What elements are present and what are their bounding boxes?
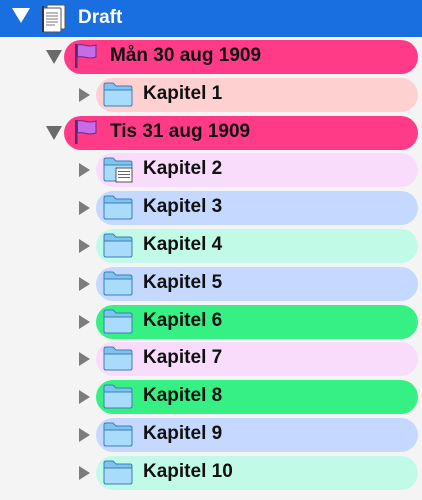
disclosure-right-icon[interactable] bbox=[79, 314, 90, 329]
binder-row-group[interactable]: Mån 30 aug 1909 bbox=[0, 39, 422, 75]
chapter-label: Kapitel 6 bbox=[143, 309, 223, 331]
disclosure-right-icon[interactable] bbox=[79, 352, 90, 367]
binder-row-kapitel-1[interactable]: Kapitel 1 bbox=[0, 77, 422, 113]
disclosure-right-icon[interactable] bbox=[79, 239, 90, 253]
binder-row-kapitel-4[interactable]: Kapitel 4 bbox=[0, 228, 422, 264]
binder-row-kapitel-2[interactable]: Kapitel 2 bbox=[0, 152, 422, 188]
folder-icon bbox=[102, 344, 134, 377]
folder-icon bbox=[102, 420, 134, 453]
group-label: Tis 31 aug 1909 bbox=[110, 120, 251, 142]
draft-label: Draft bbox=[78, 7, 123, 28]
chapter-label: Kapitel 10 bbox=[143, 460, 233, 482]
chapter-label: Kapitel 1 bbox=[143, 82, 223, 104]
chapter-label: Kapitel 3 bbox=[143, 196, 223, 218]
folder-icon bbox=[102, 269, 134, 302]
folder-icon bbox=[102, 382, 134, 415]
flag-icon bbox=[71, 42, 101, 75]
disclosure-right-icon[interactable] bbox=[79, 390, 90, 405]
draft-document-icon bbox=[38, 3, 70, 40]
binder-row-kapitel-10[interactable]: Kapitel 10 bbox=[0, 455, 422, 491]
binder-row-kapitel-5[interactable]: Kapitel 5 bbox=[0, 266, 422, 302]
disclosure-down-icon[interactable] bbox=[46, 50, 62, 64]
chapter-label: Kapitel 4 bbox=[143, 234, 223, 255]
folder-icon bbox=[102, 80, 134, 113]
binder-row-kapitel-9[interactable]: Kapitel 9 bbox=[0, 417, 422, 453]
disclosure-right-icon[interactable] bbox=[79, 465, 90, 480]
binder-row-kapitel-3[interactable]: Kapitel 3 bbox=[0, 190, 422, 226]
binder-row-group[interactable]: Tis 31 aug 1909 bbox=[0, 115, 422, 151]
folder-icon bbox=[102, 458, 134, 491]
disclosure-right-icon[interactable] bbox=[79, 87, 90, 102]
disclosure-right-icon[interactable] bbox=[79, 276, 90, 291]
disclosure-down-icon[interactable] bbox=[12, 8, 30, 23]
binder-row-kapitel-6[interactable]: Kapitel 6 bbox=[0, 304, 422, 340]
disclosure-right-icon[interactable] bbox=[79, 201, 90, 216]
disclosure-down-icon[interactable] bbox=[46, 125, 62, 140]
chapter-label: Kapitel 2 bbox=[143, 158, 223, 180]
folder-icon bbox=[102, 307, 134, 340]
group-label: Mån 30 aug 1909 bbox=[110, 45, 262, 66]
disclosure-right-icon[interactable] bbox=[79, 428, 90, 442]
chapter-label: Kapitel 5 bbox=[143, 271, 223, 293]
folder-icon bbox=[102, 193, 134, 226]
flag-icon bbox=[71, 118, 101, 151]
folder-text-icon bbox=[102, 155, 134, 188]
chapter-label: Kapitel 7 bbox=[143, 347, 223, 369]
chapter-label: Kapitel 8 bbox=[143, 385, 223, 407]
chapter-label: Kapitel 9 bbox=[143, 423, 223, 444]
binder-row-draft[interactable]: Draft bbox=[0, 0, 422, 37]
folder-icon bbox=[102, 231, 134, 264]
binder-row-kapitel-7[interactable]: Kapitel 7 bbox=[0, 341, 422, 377]
binder-row-kapitel-8[interactable]: Kapitel 8 bbox=[0, 379, 422, 415]
disclosure-right-icon[interactable] bbox=[79, 163, 90, 178]
